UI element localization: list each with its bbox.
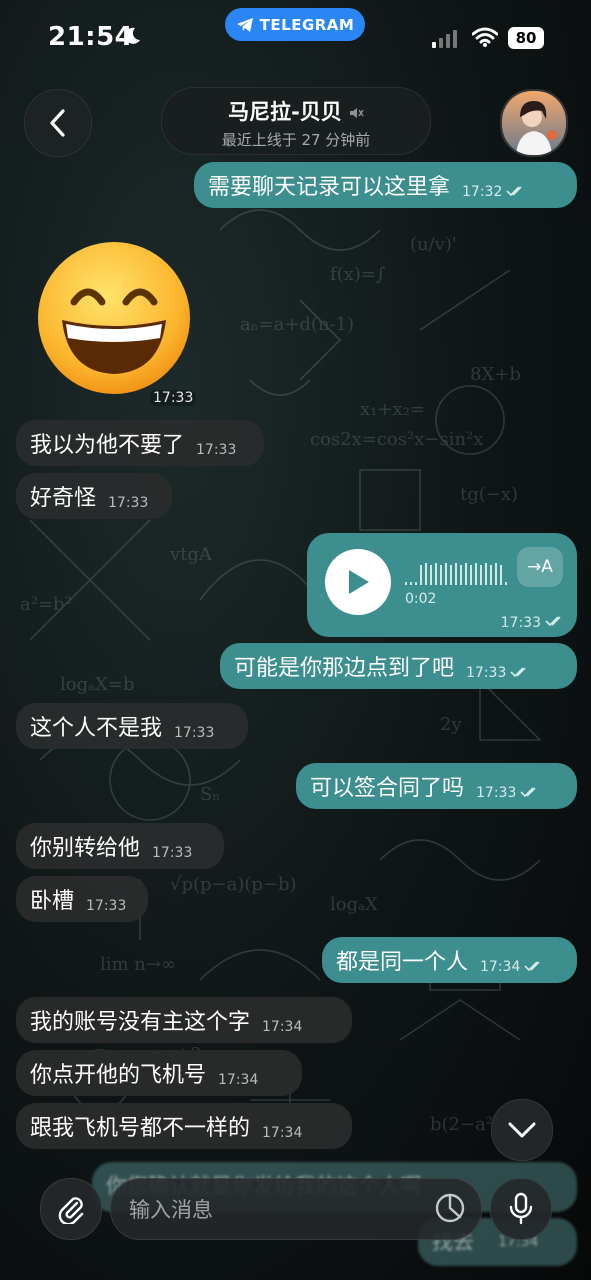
mute-icon (349, 108, 364, 118)
avatar[interactable] (500, 89, 568, 157)
signal-icon (432, 30, 457, 48)
message-bubble-incoming[interactable]: 好奇怪 17:33 (16, 473, 172, 519)
message-bubble-incoming[interactable]: 你点开他的飞机号 17:34 (16, 1050, 302, 1096)
voice-duration: 0:02 (405, 591, 437, 607)
wifi-icon (472, 27, 498, 47)
message-bubble-outgoing[interactable]: 可以签合同了吗 17:33 (296, 763, 577, 809)
message-bubble-outgoing[interactable]: 可能是你那边点到了吧 17:33 (220, 643, 577, 689)
telegram-pill-label: TELEGRAM (259, 15, 355, 34)
message-time: 17:33 (108, 495, 149, 511)
message-input-container[interactable] (110, 1178, 482, 1240)
svg-text:tg(−x): tg(−x) (460, 484, 518, 505)
chat-screen: aₙ=a+d(n-1) f(x)=∫ cos2x=cos²x−sin²x x₁+x₂… (0, 0, 591, 1280)
svg-text:vtgA: vtgA (169, 544, 213, 565)
telegram-pill[interactable]: TELEGRAM (225, 8, 365, 41)
svg-text:cos2x=cos²x−sin²x: cos2x=cos²x−sin²x (310, 429, 483, 450)
message-text: 都是同一个人 (336, 950, 469, 975)
svg-text:logₐX=b: logₐX=b (60, 674, 134, 695)
message-text: 可以签合同了吗 (310, 776, 465, 801)
message-time: 17:33 (86, 898, 127, 914)
message-bubble-outgoing[interactable]: 都是同一个人 17:34 (322, 937, 577, 983)
read-check-icon (506, 186, 522, 197)
message-time: 17:33 (466, 665, 507, 681)
message-text: 跟我飞机号都不一样的 (30, 1116, 251, 1141)
status-bar: 21:54 TELEGRAM 80 (0, 0, 591, 74)
voice-waveform (405, 561, 507, 585)
scroll-to-bottom-button[interactable] (491, 1099, 553, 1161)
message-time: 17:34 (262, 1125, 303, 1141)
svg-text:(u/v)': (u/v)' (410, 234, 457, 255)
message-bubble-incoming[interactable]: 我以为他不要了 17:33 (16, 420, 264, 466)
read-check-icon (510, 667, 526, 678)
grinning-face-emoji[interactable] (36, 240, 192, 396)
message-text: 你别转给他 (30, 836, 141, 861)
play-icon (349, 570, 369, 594)
svg-text:lim n→∞: lim n→∞ (100, 954, 176, 975)
message-time: 17:34 (218, 1072, 259, 1088)
chat-title-row: 马尼拉-贝贝 (162, 96, 430, 126)
message-time: 17:33 (196, 442, 237, 458)
chat-header[interactable]: 马尼拉-贝贝 最近上线于 27 分钟前 (161, 87, 431, 155)
back-button[interactable] (24, 89, 92, 157)
message-bubble-incoming[interactable]: 这个人不是我 17:33 (16, 703, 248, 749)
message-text: 这个人不是我 (30, 716, 163, 741)
message-input[interactable] (127, 1189, 421, 1231)
sticker-icon[interactable] (433, 1191, 467, 1225)
telegram-icon (236, 17, 253, 32)
message-time: 17:33 (174, 725, 215, 741)
play-button[interactable] (325, 549, 391, 615)
message-bubble-incoming[interactable]: 我的账号没有主这个字 17:34 (16, 997, 352, 1043)
svg-text:x₁+x₂=: x₁+x₂= (360, 399, 425, 420)
last-seen-status: 最近上线于 27 分钟前 (221, 131, 371, 149)
chat-title: 马尼拉-贝贝 (228, 100, 342, 124)
svg-text:b(2−a²): b(2−a²) (430, 1114, 500, 1135)
svg-text:aₙ=a+d(n-1): aₙ=a+d(n-1) (240, 314, 354, 335)
message-text: 可能是你那边点到了吧 (234, 656, 455, 681)
message-text: 需要聊天记录可以这里拿 (208, 175, 451, 200)
chevron-down-icon (508, 1122, 536, 1138)
back-chevron-icon (50, 109, 65, 137)
message-time: 17:33 (152, 845, 193, 861)
message-text: 好奇怪 (30, 486, 97, 511)
svg-text:f(x)=∫: f(x)=∫ (330, 264, 386, 285)
message-bubble-outgoing[interactable]: 需要聊天记录可以这里拿 17:32 (194, 162, 577, 208)
svg-text:a²=b²: a²=b² (20, 594, 72, 615)
message-time: 17:33 (500, 615, 541, 631)
attach-icon (58, 1197, 84, 1224)
moon-icon (125, 27, 140, 44)
battery-indicator: 80 (508, 27, 544, 49)
message-text: 我的账号没有主这个字 (30, 1010, 251, 1035)
message-time: 17:34 (262, 1019, 303, 1035)
sticker-time: 17:33 (150, 390, 197, 406)
message-bubble-incoming[interactable]: 跟我飞机号都不一样的 17:34 (16, 1103, 352, 1149)
read-check-icon (545, 616, 561, 627)
transcribe-button[interactable]: →A (517, 547, 563, 587)
transcribe-label: →A (527, 557, 553, 577)
mic-icon (509, 1192, 533, 1225)
read-check-icon (520, 787, 536, 798)
voice-record-button[interactable] (490, 1178, 552, 1240)
attach-button[interactable] (40, 1178, 102, 1240)
status-time: 21:54 (48, 22, 134, 52)
voice-message-bubble[interactable]: 0:02 →A 17:33 (307, 533, 577, 637)
message-time: 17:34 (480, 959, 521, 975)
read-check-icon (524, 961, 540, 972)
svg-text:2y: 2y (440, 714, 462, 735)
message-bubble-incoming[interactable]: 你别转给他 17:33 (16, 823, 224, 869)
svg-text:logₐX: logₐX (330, 894, 378, 915)
message-time: 17:33 (476, 785, 517, 801)
svg-text:Sₙ: Sₙ (200, 784, 220, 805)
message-text: 卧槽 (30, 889, 75, 914)
battery-level: 80 (515, 29, 537, 47)
svg-text:8X+b: 8X+b (470, 364, 521, 385)
message-text: 你点开他的飞机号 (30, 1063, 207, 1088)
message-text: 我以为他不要了 (30, 433, 185, 458)
message-bubble-incoming[interactable]: 卧槽 17:33 (16, 876, 148, 922)
message-time: 17:32 (462, 184, 503, 200)
avatar-image (502, 91, 566, 155)
svg-text:√p(p−a)(p−b): √p(p−a)(p−b) (170, 874, 297, 895)
